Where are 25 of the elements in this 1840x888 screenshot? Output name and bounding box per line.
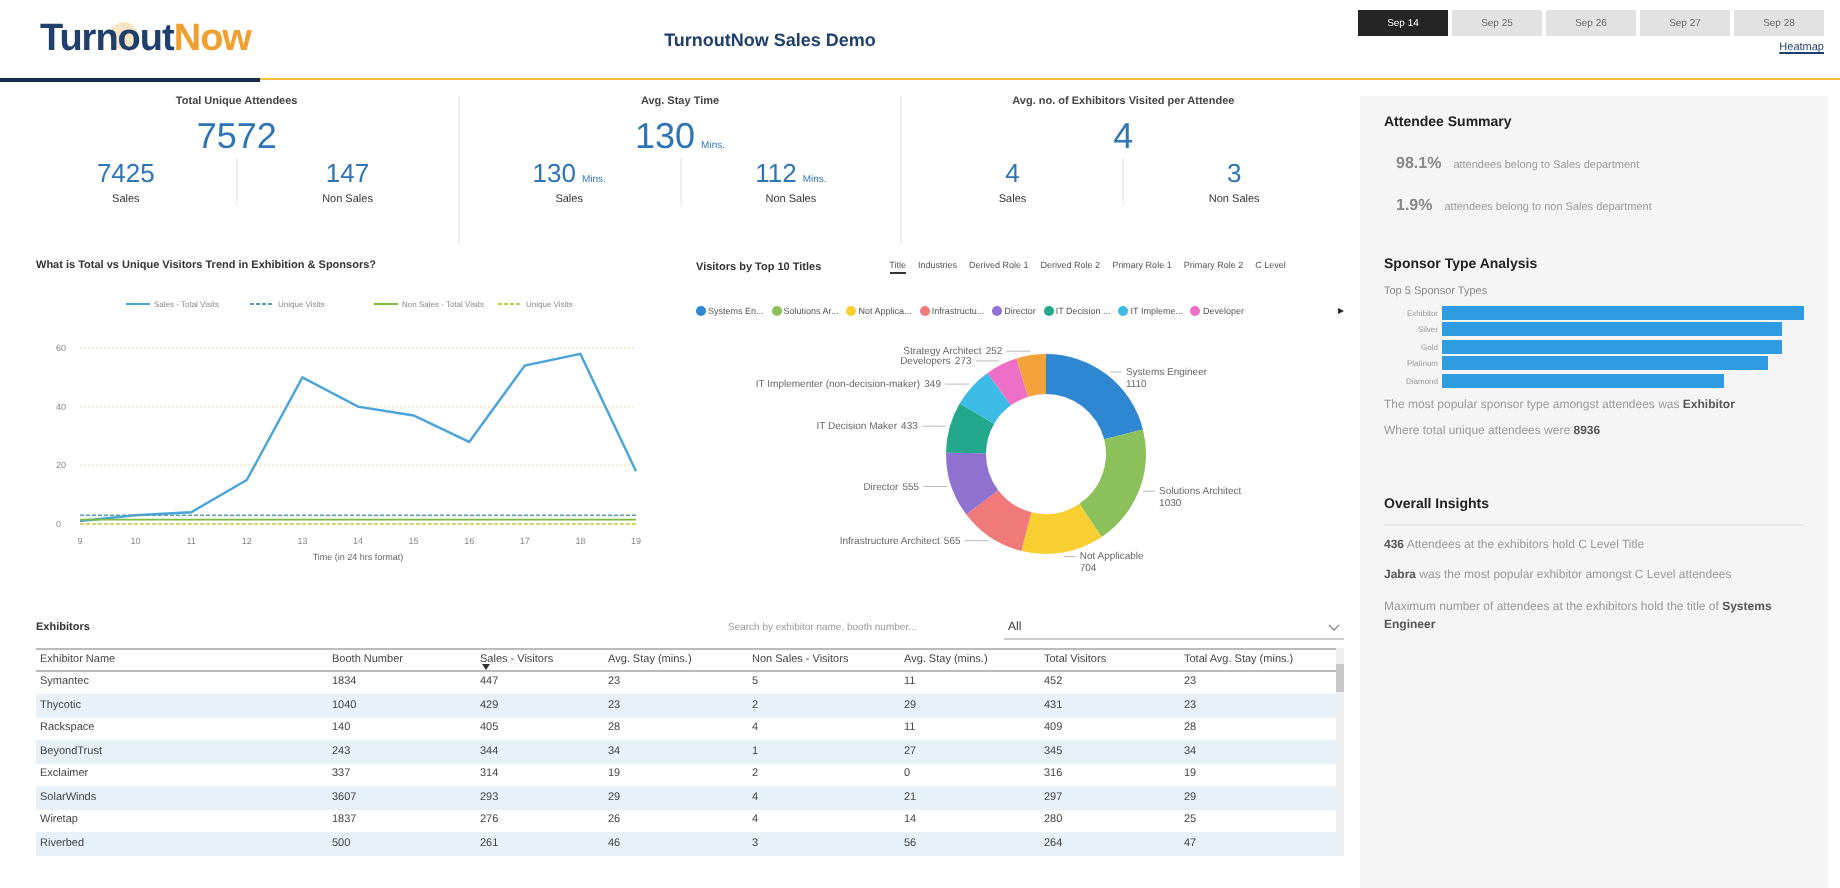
donut-slice — [946, 452, 999, 515]
logo: TurnoutNow — [40, 17, 251, 61]
donut-slice — [987, 358, 1029, 406]
leader-line — [1109, 371, 1123, 373]
kpi-value: 4 — [1113, 116, 1134, 158]
kpi-value: 7572 — [196, 116, 277, 158]
leader-line — [921, 425, 947, 427]
kpi-value: 147 — [325, 158, 370, 188]
donut-slice — [946, 403, 995, 454]
donut-slice — [959, 372, 1011, 424]
chevron-icon — [1328, 623, 1340, 631]
kpi-value: 4 — [1005, 158, 1020, 188]
donut-slice — [966, 490, 1032, 551]
leader-line — [944, 383, 970, 385]
leader-line — [1142, 490, 1156, 492]
kpi-value: 3 — [1226, 158, 1242, 188]
stat-value: 1.9% — [1396, 196, 1433, 214]
stat-value: 98.1% — [1396, 154, 1442, 172]
leader-line — [922, 486, 948, 487]
leader-line — [1005, 350, 1031, 352]
kpi-value: 7425 — [96, 158, 155, 188]
leader-line — [975, 360, 1001, 362]
leader-line — [964, 540, 990, 542]
dashboard-title: TurnoutNow Sales Demo — [662, 29, 878, 49]
leader-line — [1063, 556, 1077, 557]
